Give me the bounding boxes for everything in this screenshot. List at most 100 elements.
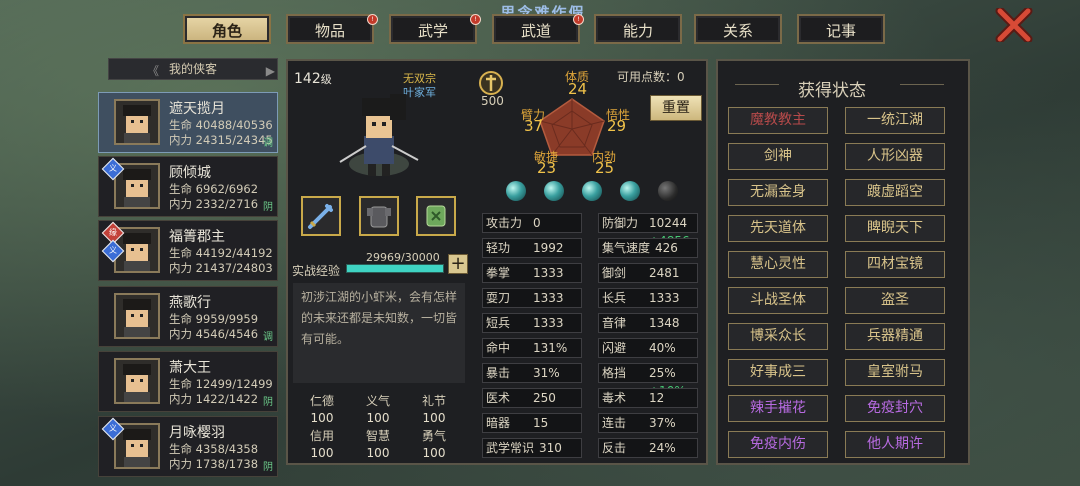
energy-orb-icon [658,181,678,201]
stat-row: 闪避 40% [598,338,698,358]
stat-value: 40% [649,341,676,355]
exp-bar [346,264,444,273]
tab-abilities[interactable]: 能力 [594,14,682,44]
member-mp: 内力 1738/1738 [169,457,259,471]
stat-value: 1333 [533,291,564,305]
armor-icon [367,206,391,228]
armor-slot[interactable] [359,196,399,236]
chevron-left-icon[interactable]: 《 [147,61,159,81]
close-icon[interactable] [994,6,1034,44]
fame-icon [478,70,504,96]
status-item[interactable]: 一统江湖 [845,107,945,134]
virtue-value: 100 [310,446,334,460]
status-item[interactable]: 踱虚蹈空 [845,179,945,206]
character-description: 初涉江湖的小虾米，会有怎样的未来还都是未知数，一切皆有可能。 [293,283,465,383]
member-name: 月咏樱羽 [169,425,225,441]
stat-row: 防御力 10244 +4856 [598,213,698,248]
status-item[interactable]: 睥睨天下 [845,215,945,242]
party-member[interactable]: 燕歌行 生命 9959/9959 内力 4546/4546 调 [98,286,278,347]
status-item[interactable]: 博采众长 [728,323,828,350]
virtue-value: 100 [310,411,334,425]
member-hp: 生命 6962/6962 [169,182,259,196]
party-member[interactable]: 福箐郡主 生命 44192/44192 内力 21437/24803 缘义 [98,220,278,281]
party-member[interactable]: 萧大王 生命 12499/12499 内力 1422/1422 阴 [98,351,278,412]
accessory-slot[interactable] [416,196,456,236]
tab-martial-way[interactable]: 武道 [492,14,580,44]
stat-row: 音律 1348 [598,313,698,333]
stat-label: 拳掌 [486,266,511,280]
status-item[interactable]: 辣手摧花 [728,395,828,422]
tab-relations[interactable]: 关系 [694,14,782,44]
virtue-label: 礼节 [421,394,446,408]
add-exp-button[interactable]: + [448,254,468,274]
stat-value: 37% [649,416,676,430]
status-item[interactable]: 皇室驸马 [845,359,945,386]
status-item[interactable]: 免疫内伤 [728,431,828,458]
stat-value: 15 [533,416,549,430]
character-portrait [336,86,422,186]
virtue-value: 100 [422,411,446,425]
stat-value: 131% [533,341,568,355]
tab-items[interactable]: 物品 [286,14,374,44]
jade-icon [426,205,446,227]
virtue-label: 义气 [365,394,390,408]
stat-value: 0 [533,216,541,230]
reset-button[interactable]: 重置 [650,95,702,121]
stat-value: 426 [655,241,678,255]
tab-character[interactable]: 角色 [183,14,271,44]
sword-icon [308,204,333,229]
party-member[interactable]: 顾倾城 生命 6962/6962 内力 2332/2716 阴 义 [98,156,278,217]
attr-neijin-value: 25 [595,159,615,177]
status-item[interactable]: 兵器精通 [845,323,945,350]
status-item[interactable]: 他人期许 [845,431,945,458]
stat-label: 暴击 [486,366,511,380]
stat-label: 闪避 [602,341,627,355]
stat-row: 拳掌 1333 [482,263,582,283]
virtue-value: 100 [366,411,390,425]
stat-row: 攻击力 0 [482,213,582,233]
stat-row: 连击 37% [598,413,698,433]
stat-value: 1333 [533,266,564,280]
party-member[interactable]: 遮天揽月 生命 40488/40536 内力 24315/24345 调 [98,92,278,153]
notification-dot: ! [573,14,584,25]
stat-row: 轻功 1992 [482,238,582,258]
stat-label: 医术 [486,391,511,405]
status-item[interactable]: 慧心灵性 [728,251,828,278]
stat-value: 310 [539,441,562,455]
exp-label: 实战经验 [292,264,341,278]
stat-value: 31% [533,366,560,380]
status-item[interactable]: 免疫封穴 [845,395,945,422]
stat-label: 连击 [602,416,627,430]
status-item[interactable]: 无漏金身 [728,179,828,206]
tab-journal[interactable]: 记事 [797,14,885,44]
status-item[interactable]: 四材宝镜 [845,251,945,278]
stat-label: 格挡 [602,366,627,380]
title-divider [900,84,944,85]
level-display: 142级 [294,71,332,87]
status-item[interactable]: 魔教教主 [728,107,828,134]
stat-value: 1992 [533,241,564,255]
stat-value: 1333 [533,316,564,330]
status-item[interactable]: 剑神 [728,143,828,170]
chevron-right-icon[interactable]: ▶ [266,61,275,81]
stat-label: 攻击力 [486,216,523,230]
weapon-slot[interactable] [301,196,341,236]
member-name: 燕歌行 [169,295,211,311]
party-list-title: 我的侠客 [168,62,217,76]
status-item[interactable]: 盗圣 [845,287,945,314]
stat-label: 耍刀 [486,291,511,305]
badge-text: 缘 [109,228,117,237]
virtue-stat: 仁德 100 [296,393,348,427]
member-tag: 阴 [263,462,273,473]
attr-minjie-value: 23 [537,159,557,177]
member-name: 福箐郡主 [169,229,225,245]
status-item[interactable]: 斗战圣体 [728,287,828,314]
status-item[interactable]: 好事成三 [728,359,828,386]
member-tag: 阴 [263,397,273,408]
status-item[interactable]: 人形凶器 [845,143,945,170]
stat-row: 命中 131% [482,338,582,358]
party-member[interactable]: 月咏樱羽 生命 4358/4358 内力 1738/1738 阴 义 [98,416,278,477]
virtue-stat: 信用 100 [296,428,348,462]
tab-martial-arts[interactable]: 武学 [389,14,477,44]
status-item[interactable]: 先天道体 [728,215,828,242]
